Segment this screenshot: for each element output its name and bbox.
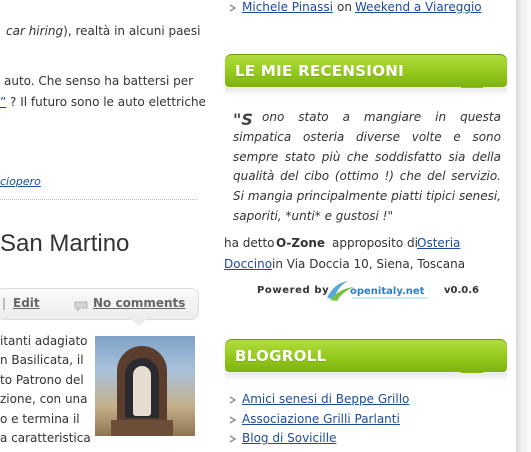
arrow-bullet-icon	[229, 416, 237, 424]
article-line: n Basilicata, il	[0, 353, 84, 367]
blogroll-link[interactable]: Associazione Grilli Parlanti	[242, 412, 400, 426]
review-quote: ono stato a mangiare in questa simpatica…	[233, 110, 501, 223]
reviews-widget-title: LE MIE RECENSIONI	[235, 62, 404, 80]
plugin-version: v0.0.6	[444, 285, 479, 296]
sidebar: Michele Pinassi on Weekend a Viareggio L…	[222, 0, 514, 452]
reviewer-name: O-Zone	[276, 236, 326, 250]
paragraph-line: auto. Che senso ha battersi per	[4, 74, 194, 88]
svg-text:openitaly.net: openitaly.net	[350, 286, 425, 297]
blogroll-widget-title: BLOGROLL	[235, 347, 327, 365]
main-content-column: car hiring), realtà in alcuni paesi auto…	[0, 0, 205, 452]
post-thumbnail-image[interactable]	[95, 336, 195, 436]
powered-by-label: Powered by	[257, 285, 330, 296]
edit-link[interactable]: Edit	[13, 296, 40, 310]
blogroll-link[interactable]: Amici senesi di Beppe Grillo	[242, 392, 409, 406]
place-link-continued[interactable]: Doccino	[224, 257, 272, 271]
reviews-widget-header: LE MIE RECENSIONI	[225, 54, 507, 87]
on-label: on	[337, 0, 352, 14]
place-address: in Via Doccia 10, Siena, Toscana	[272, 257, 466, 271]
paragraph-line: ” ? Il futuro sono le auto elettriche	[0, 95, 205, 109]
category-link[interactable]: ciopero	[0, 175, 41, 188]
comments-link[interactable]: No comments	[93, 296, 185, 310]
widget-shade	[225, 373, 507, 381]
page-edge-shadow	[516, 0, 531, 452]
widget-shade	[225, 88, 507, 96]
place-link[interactable]: Osteria	[417, 236, 460, 250]
arrow-bullet-icon	[229, 396, 237, 404]
article-line: to Patrono del	[0, 373, 84, 387]
openitaly-logo[interactable]: openitaly.net	[324, 277, 436, 303]
article-line: a caratteristica	[0, 431, 91, 445]
comment-author-link[interactable]: Michele Pinassi	[242, 0, 333, 14]
post-meta-bar: | Edit No comments	[0, 288, 199, 320]
article-line: o e termina il	[0, 412, 80, 426]
article-line: zione, con una	[0, 392, 88, 406]
meta-bar-pointer	[130, 318, 148, 326]
about-label: approposito di	[332, 236, 418, 250]
post-title[interactable]: San Martino	[0, 230, 129, 258]
divider	[0, 199, 197, 200]
blogroll-widget-header: BLOGROLL	[225, 339, 507, 372]
blogroll-link[interactable]: Blog di Sovicille	[242, 431, 336, 445]
said-by-label: ha detto	[224, 236, 275, 250]
arrow-bullet-icon	[229, 4, 237, 12]
comment-post-link[interactable]: Weekend a Viareggio	[355, 0, 482, 14]
meta-separator: |	[2, 296, 7, 310]
arrow-bullet-icon	[229, 435, 237, 443]
comment-bubble-icon	[74, 297, 88, 312]
article-line: itanti adagiato	[0, 334, 88, 348]
paragraph-line: car hiring), realtà in alcuni paesi	[6, 24, 201, 38]
